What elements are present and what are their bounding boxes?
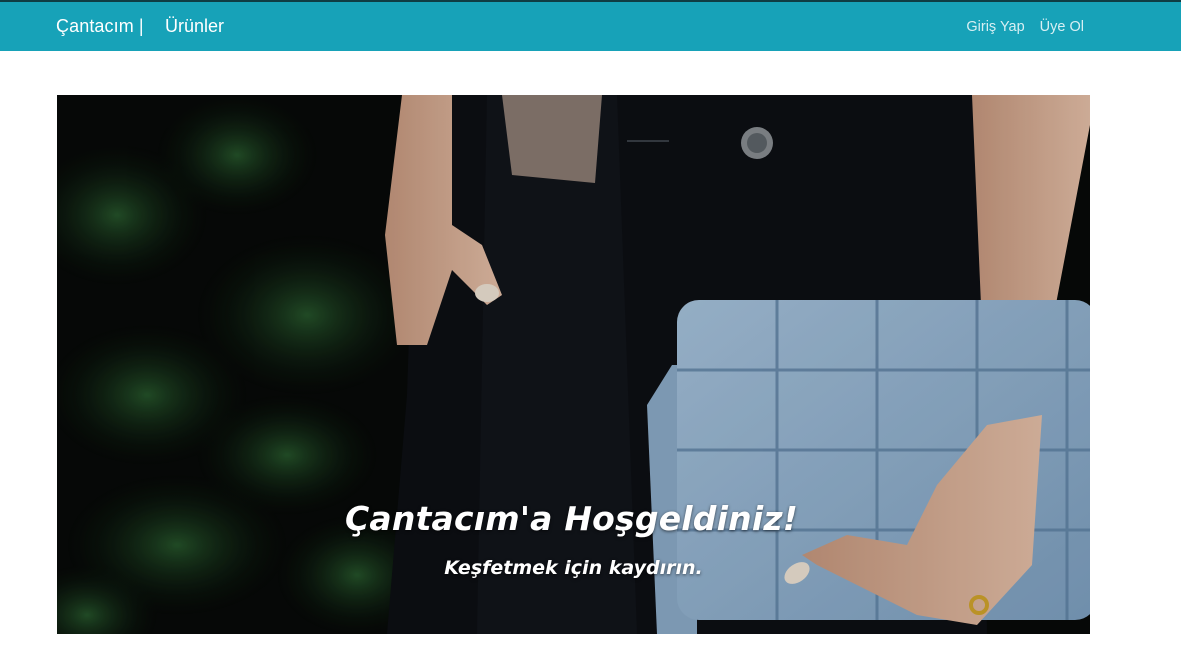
brand-link[interactable]: Çantacım | [56, 16, 144, 37]
top-navbar: Çantacım | Ürünler Giriş Yap Üye Ol [0, 0, 1181, 51]
hero-title: Çantacım'a Hoşgeldiniz! [345, 499, 798, 538]
hero-subtitle: Keşfetmek için kaydırın. [444, 557, 703, 579]
auth-links: Giriş Yap Üye Ol [966, 19, 1084, 35]
login-link[interactable]: Giriş Yap [966, 19, 1024, 35]
hero-banner: Çantacım'a Hoşgeldiniz! Keşfetmek için k… [57, 95, 1090, 634]
nav-link-products[interactable]: Ürünler [165, 16, 224, 37]
register-link[interactable]: Üye Ol [1040, 19, 1084, 35]
hero-image [57, 95, 1090, 634]
